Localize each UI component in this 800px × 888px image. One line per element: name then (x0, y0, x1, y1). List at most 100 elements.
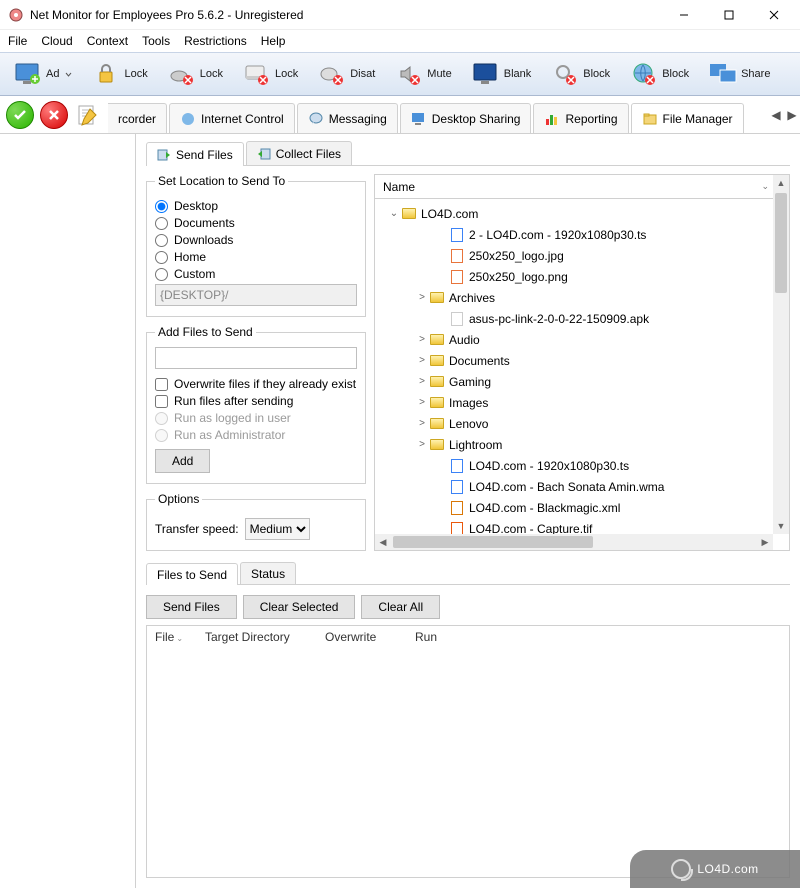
toolbar-lock-2[interactable]: Lock (160, 58, 231, 90)
subtab-collect-files[interactable]: Collect Files (246, 141, 352, 165)
toolbar-block-2[interactable]: Block (622, 58, 697, 90)
app-icon (8, 7, 24, 23)
tree-item[interactable]: >Audio (375, 329, 773, 350)
tab-reporting[interactable]: Reporting (533, 103, 628, 133)
close-button[interactable] (751, 0, 796, 30)
watermark: LO4D.com (630, 850, 800, 888)
expand-icon[interactable]: > (415, 292, 429, 303)
scroll-right-icon[interactable]: ▶ (757, 534, 773, 550)
tree-item[interactable]: >Gaming (375, 371, 773, 392)
menu-tools[interactable]: Tools (142, 34, 170, 48)
toolbar-mute[interactable]: Mute (387, 58, 459, 90)
tree-header[interactable]: Name⌄ (375, 175, 789, 199)
th-run[interactable]: Run (407, 630, 445, 644)
scroll-down-icon[interactable]: ▼ (773, 518, 789, 534)
expand-icon[interactable]: > (415, 334, 429, 345)
radio-home[interactable]: Home (155, 250, 357, 264)
tree-vscrollbar[interactable]: ▲▼ (773, 175, 789, 534)
expand-icon[interactable]: > (415, 418, 429, 429)
tree-item[interactable]: LO4D.com - Capture.tif (375, 518, 773, 534)
tab-nav-left[interactable]: ◀ (768, 100, 784, 130)
speed-select[interactable]: Medium (245, 518, 310, 540)
tab-file-manager[interactable]: File Manager (631, 103, 744, 133)
tree-item[interactable]: LO4D.com - 1920x1080p30.ts (375, 455, 773, 476)
clear-selected-button[interactable]: Clear Selected (243, 595, 356, 619)
tab-recorder[interactable]: rcorder (108, 103, 167, 133)
expand-icon[interactable]: > (415, 397, 429, 408)
radio-run-user: Run as logged in user (155, 411, 357, 425)
tree-item[interactable]: LO4D.com - Blackmagic.xml (375, 497, 773, 518)
toolbar-lock-3[interactable]: Lock (235, 58, 306, 90)
folder-icon (429, 437, 445, 453)
toolbar-lock-1[interactable]: Lock (84, 58, 155, 90)
tree-item[interactable]: >Lightroom (375, 434, 773, 455)
radio-custom[interactable]: Custom (155, 267, 357, 281)
toolbar-disable[interactable]: Disat (310, 58, 383, 90)
chevron-down-icon: ⌄ (761, 181, 769, 192)
file-icon (449, 500, 465, 516)
expand-icon[interactable]: > (415, 376, 429, 387)
file-manager-pane: Send Files Collect Files Set Location to… (136, 134, 800, 888)
window-title: Net Monitor for Employees Pro 5.6.2 - Un… (30, 8, 661, 22)
toolbar-blank[interactable]: Blank (464, 58, 540, 90)
tree-hscrollbar[interactable]: ◀▶ (375, 534, 773, 550)
radio-desktop[interactable]: Desktop (155, 199, 357, 213)
menu-cloud[interactable]: Cloud (41, 34, 72, 48)
cancel-button[interactable] (40, 101, 68, 129)
send-files-button[interactable]: Send Files (146, 595, 237, 619)
menu-help[interactable]: Help (261, 34, 286, 48)
titlebar: Net Monitor for Employees Pro 5.6.2 - Un… (0, 0, 800, 30)
tree-item[interactable]: 2 - LO4D.com - 1920x1080p30.ts (375, 224, 773, 245)
apply-button[interactable] (6, 101, 34, 129)
clear-all-button[interactable]: Clear All (361, 595, 440, 619)
th-file[interactable]: File⌄ (147, 630, 197, 644)
th-overwrite[interactable]: Overwrite (317, 630, 407, 644)
toolbar-add[interactable]: Ad (6, 58, 80, 90)
expand-icon[interactable]: > (415, 355, 429, 366)
action-bar: rcorder Internet Control Messaging Deskt… (0, 96, 800, 134)
tree-item[interactable]: >Images (375, 392, 773, 413)
add-button[interactable]: Add (155, 449, 210, 473)
addfiles-input[interactable] (155, 347, 357, 369)
tab-desktop-sharing[interactable]: Desktop Sharing (400, 103, 532, 133)
location-path-input (155, 284, 357, 306)
tree-item[interactable]: >Documents (375, 350, 773, 371)
remote-file-tree: Name⌄ ⌄LO4D.com2 - LO4D.com - 1920x1080p… (374, 174, 790, 551)
options-fieldset: Options Transfer speed: Medium (146, 492, 366, 551)
tree-item[interactable]: asus-pc-link-2-0-0-22-150909.apk (375, 308, 773, 329)
menu-context[interactable]: Context (87, 34, 128, 48)
radio-run-admin: Run as Administrator (155, 428, 357, 442)
tab-messaging[interactable]: Messaging (297, 103, 398, 133)
th-target[interactable]: Target Directory (197, 630, 317, 644)
radio-downloads[interactable]: Downloads (155, 233, 357, 247)
tree-item[interactable]: LO4D.com - Bach Sonata Amin.wma (375, 476, 773, 497)
check-runafter[interactable]: Run files after sending (155, 394, 357, 408)
scroll-left-icon[interactable]: ◀ (375, 534, 391, 550)
check-overwrite[interactable]: Overwrite files if they already exist (155, 377, 357, 391)
tree-item[interactable]: >Lenovo (375, 413, 773, 434)
btab-status[interactable]: Status (240, 562, 296, 584)
speed-label: Transfer speed: (155, 522, 239, 536)
folder-icon (429, 290, 445, 306)
tree-item[interactable]: 250x250_logo.png (375, 266, 773, 287)
scroll-up-icon[interactable]: ▲ (773, 175, 789, 191)
expand-icon[interactable]: > (415, 439, 429, 450)
edit-icon[interactable] (74, 101, 102, 129)
addfiles-fieldset: Add Files to Send Overwrite files if the… (146, 325, 366, 484)
menu-restrictions[interactable]: Restrictions (184, 34, 247, 48)
menu-file[interactable]: File (8, 34, 27, 48)
tab-nav-right[interactable]: ▶ (784, 100, 800, 130)
maximize-button[interactable] (706, 0, 751, 30)
tab-internet-control[interactable]: Internet Control (169, 103, 295, 133)
tree-root[interactable]: ⌄LO4D.com (375, 203, 773, 224)
toolbar-block-1[interactable]: Block (543, 58, 618, 90)
sub-tabs: Send Files Collect Files (146, 138, 790, 166)
radio-documents[interactable]: Documents (155, 216, 357, 230)
tree-item[interactable]: 250x250_logo.jpg (375, 245, 773, 266)
toolbar-share[interactable]: Share (701, 58, 778, 90)
files-table: File⌄ Target Directory Overwrite Run (146, 625, 790, 878)
subtab-send-files[interactable]: Send Files (146, 142, 244, 166)
btab-files-to-send[interactable]: Files to Send (146, 563, 238, 585)
tree-item[interactable]: >Archives (375, 287, 773, 308)
minimize-button[interactable] (661, 0, 706, 30)
